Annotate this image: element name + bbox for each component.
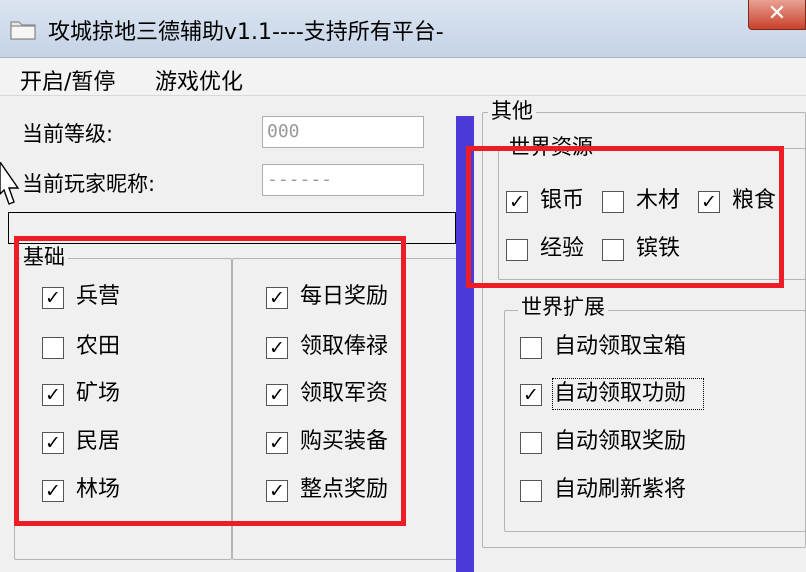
- close-button[interactable]: ✕: [748, 0, 806, 30]
- checkbox-expand-2[interactable]: [520, 432, 542, 454]
- checkbox-label[interactable]: 自动领取宝箱: [554, 335, 686, 359]
- check-icon: ✓: [523, 384, 539, 406]
- annotation-box-resources: [466, 146, 784, 288]
- checkbox-label[interactable]: 自动领取奖励: [554, 430, 686, 454]
- mouse-cursor-icon: [0, 162, 20, 205]
- title-bar: 攻城掠地三德辅助v1.1----支持所有平台- ✕: [0, 0, 806, 58]
- level-field[interactable]: 000: [262, 116, 424, 148]
- menu-bar: 开启/暂停 游戏优化: [0, 58, 806, 96]
- menu-game-optimize[interactable]: 游戏优化: [155, 64, 243, 96]
- annotation-box-basic: [14, 236, 406, 526]
- focus-rect: [552, 378, 704, 410]
- expand-group-title: 世界扩展: [518, 296, 608, 318]
- checkbox-label[interactable]: 自动刷新紫将: [554, 478, 686, 502]
- checkbox-expand-0[interactable]: [520, 337, 542, 359]
- folder-icon: [10, 21, 36, 40]
- other-group-title: 其他: [488, 100, 536, 122]
- menu-start-pause[interactable]: 开启/暂停: [20, 64, 115, 96]
- nickname-field[interactable]: ------: [262, 164, 424, 196]
- level-label: 当前等级:: [22, 122, 114, 146]
- nickname-label: 当前玩家昵称:: [22, 172, 156, 196]
- checkbox-expand-3[interactable]: [520, 480, 542, 502]
- checkbox-expand-1[interactable]: ✓: [520, 384, 542, 406]
- close-icon: ✕: [767, 1, 787, 26]
- window-title: 攻城掠地三德辅助v1.1----支持所有平台-: [48, 20, 444, 45]
